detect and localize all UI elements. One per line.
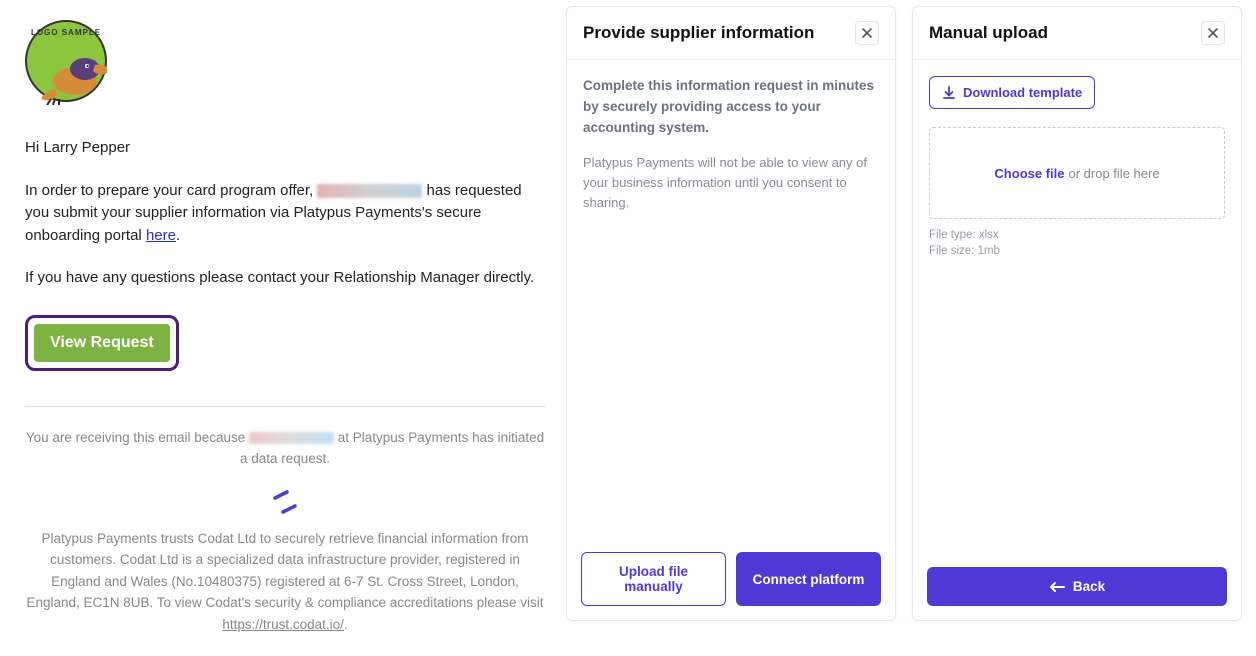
choose-file-link[interactable]: Choose file: [994, 166, 1064, 181]
card-header: Provide supplier information: [567, 7, 895, 60]
file-dropzone[interactable]: Choose file or drop file here: [929, 127, 1225, 219]
email-paragraph-2: If you have any questions please contact…: [25, 267, 545, 290]
provide-subtext: Platypus Payments will not be able to vi…: [583, 153, 879, 213]
provide-headline: Complete this information request in min…: [583, 76, 879, 139]
file-size-label: File size: 1mb: [929, 243, 1225, 259]
close-icon[interactable]: [855, 21, 879, 45]
file-type-label: File type: xlsx: [929, 227, 1225, 243]
drop-hint: or drop file here: [1069, 166, 1160, 181]
logo-text: LOGO SAMPLE: [31, 28, 101, 37]
footer-reason: You are receiving this email because at …: [25, 427, 545, 470]
email-greeting: Hi Larry Pepper: [25, 137, 545, 160]
download-template-button[interactable]: Download template: [929, 76, 1095, 109]
email-body: Hi Larry Pepper In order to prepare your…: [25, 137, 545, 636]
manual-upload-card: Manual upload Download template Choose f…: [912, 6, 1242, 621]
view-request-highlight: View Request: [25, 315, 179, 371]
manual-title: Manual upload: [929, 23, 1048, 43]
upload-file-manually-button[interactable]: Upload file manually: [581, 552, 726, 606]
codat-logo-icon: [25, 490, 545, 516]
close-icon[interactable]: [1201, 21, 1225, 45]
provide-title: Provide supplier information: [583, 23, 814, 43]
email-panel: LOGO SAMPLE Hi Larry Pepper In order to …: [25, 20, 545, 656]
download-icon: [942, 86, 956, 100]
card-header: Manual upload: [913, 7, 1241, 60]
view-request-button[interactable]: View Request: [34, 324, 170, 362]
platypus-icon: [37, 45, 109, 105]
email-footer: You are receiving this email because at …: [25, 427, 545, 636]
portal-link[interactable]: here: [146, 227, 176, 244]
trust-link[interactable]: https://trust.codat.io/: [222, 617, 344, 632]
redacted-sender: [249, 432, 334, 444]
email-paragraph-1: In order to prepare your card program of…: [25, 180, 545, 248]
logo-sample-badge: LOGO SAMPLE: [25, 20, 107, 102]
divider: [25, 406, 545, 407]
redacted-name: [317, 184, 422, 198]
connect-platform-button[interactable]: Connect platform: [736, 552, 881, 606]
provide-supplier-card: Provide supplier information Complete th…: [566, 6, 896, 621]
footer-legal: Platypus Payments trusts Codat Ltd to se…: [25, 528, 545, 636]
arrow-left-icon: [1049, 581, 1065, 593]
back-button[interactable]: Back: [927, 567, 1227, 606]
